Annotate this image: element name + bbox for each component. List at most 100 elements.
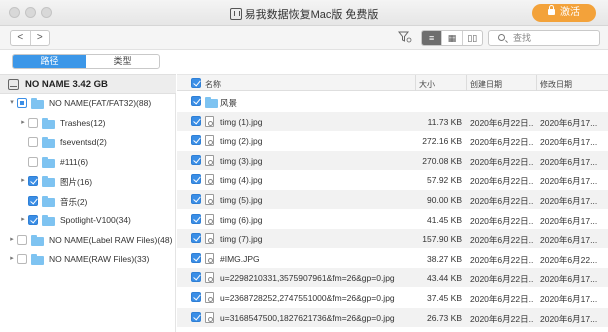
folder-icon (31, 98, 44, 109)
tree-item-label: NO NAME(Label RAW Files)(48) (49, 234, 173, 245)
tree-item-checkbox[interactable] (28, 215, 38, 225)
disclosure-arrow-icon[interactable] (19, 158, 27, 166)
disclosure-arrow-icon[interactable]: ▸ (8, 236, 16, 244)
file-name: timg (7).jpg (220, 234, 263, 245)
row-checkbox[interactable] (191, 252, 201, 263)
table-row[interactable]: #IMG.JPG 38.27 KB 2020年6月22日... 2020年6月22..… (177, 249, 608, 268)
tree-item-checkbox[interactable] (28, 137, 38, 147)
tree-item-checkbox[interactable] (28, 195, 38, 206)
image-file-icon (205, 272, 214, 284)
table-row[interactable]: timg (1).jpg 11.73 KB 2020年6月22日... 2020年6月… (177, 111, 608, 131)
tree-item-checkbox[interactable] (28, 176, 38, 186)
file-created-date: 2020年6月22日... (470, 196, 534, 206)
disclosure-arrow-icon[interactable] (19, 197, 27, 205)
tree-item[interactable]: 音乐(2) (19, 193, 176, 210)
forward-button[interactable]: > (31, 31, 50, 45)
column-name[interactable]: 名称 (205, 79, 221, 90)
search-input[interactable]: 查找 (488, 30, 600, 46)
tree-item[interactable]: #111(6) (19, 154, 176, 171)
file-name: u=2368728252,2747551000&fm=26&gp=0.jpg (220, 293, 395, 303)
table-row[interactable]: timg (7).jpg 157.90 KB 2020年6月22日... 2020年6… (177, 229, 608, 249)
row-checkbox[interactable] (191, 174, 201, 185)
table-row[interactable]: timg (4).jpg 57.92 KB 2020年6月22日... 2020年6月… (177, 170, 608, 189)
row-checkbox[interactable] (191, 233, 201, 244)
file-created-date: 2020年6月22日... (470, 313, 534, 324)
file-modified-date: 2020年6月17... (540, 274, 598, 285)
file-size: 57.92 KB (427, 175, 462, 186)
file-created-date: 2020年6月22日... (470, 156, 534, 167)
row-checkbox[interactable] (191, 292, 201, 302)
table-row[interactable]: u=3168547500,1827621736&fm=26&gp=0.jpg 26… (177, 307, 608, 327)
row-checkbox[interactable] (191, 194, 201, 204)
preview-view-button[interactable]: ▯▯ (463, 31, 482, 45)
column-divider (536, 75, 537, 91)
tree-item-label: 音乐(2) (60, 196, 88, 207)
grid-view-button[interactable]: ▦ (442, 31, 463, 45)
tab-type[interactable]: 类型 (86, 55, 159, 68)
app-icon (229, 8, 242, 20)
tree-item[interactable]: ▾ NO NAME(FAT/FAT32)(88) (8, 95, 176, 112)
row-checkbox[interactable] (191, 272, 201, 283)
file-name: timg (5).jpg (220, 195, 263, 205)
app-window: 易我数据恢复Mac版 免费版 激活 < > ≡ ▦ ▯▯ 查找 路径 类型 NO… (0, 0, 608, 332)
tree-item-checkbox[interactable] (17, 234, 27, 245)
drive-row[interactable]: NO NAME 3.42 GB (0, 74, 176, 94)
image-file-icon (205, 194, 214, 205)
activate-button[interactable]: 激活 (532, 4, 596, 22)
table-row[interactable]: timg (3).jpg 270.08 KB 2020年6月22日... 2020年6… (177, 150, 608, 170)
file-size: 270.08 KB (422, 155, 462, 166)
tree-item[interactable]: fseventsd(2) (19, 134, 176, 151)
image-file-icon (205, 311, 214, 323)
row-checkbox[interactable] (191, 154, 201, 165)
table-row[interactable]: u=2368728252,2747551000&fm=26&gp=0.jpg 37… (177, 288, 608, 307)
tree-item[interactable]: ▸ 图片(16) (19, 173, 176, 190)
row-checkbox[interactable] (191, 115, 201, 126)
table-row[interactable]: 风景 (177, 92, 608, 111)
disclosure-arrow-icon[interactable]: ▾ (8, 99, 16, 107)
disclosure-arrow-icon[interactable]: ▸ (19, 216, 27, 224)
table-row[interactable]: u=2298210331,3575907961&fm=26&gp=0.jpg 43… (177, 268, 608, 288)
tree-item[interactable]: ▸ Trashes(12) (19, 115, 176, 132)
folder-icon (31, 254, 44, 265)
image-file-icon (205, 154, 214, 166)
title-bar: 易我数据恢复Mac版 免费版 激活 (0, 0, 608, 26)
table-row[interactable]: timg (5).jpg 90.00 KB 2020年6月22日... 2020年6月… (177, 190, 608, 209)
file-name: timg (2).jpg (220, 136, 263, 147)
activate-label: 激活 (560, 7, 580, 18)
disclosure-arrow-icon[interactable]: ▸ (8, 255, 16, 263)
list-view-button[interactable]: ≡ (422, 31, 443, 45)
image-file-icon (205, 174, 214, 186)
row-checkbox[interactable] (191, 213, 201, 224)
file-name: timg (3).jpg (220, 155, 263, 166)
tree-item[interactable]: ▸ NO NAME(Label RAW Files)(48) (8, 232, 176, 249)
tab-path[interactable]: 路径 (13, 55, 86, 68)
tree-item-checkbox[interactable] (17, 254, 27, 264)
column-created[interactable]: 创建日期 (470, 79, 502, 90)
nav-buttons: < > (10, 30, 50, 46)
row-checkbox[interactable] (191, 135, 201, 146)
tree-item-checkbox[interactable] (17, 98, 27, 108)
tree-item[interactable]: ▸ NO NAME(RAW Files)(33) (8, 251, 176, 268)
file-created-date: 2020年6月22日... (470, 235, 534, 246)
hard-drive-icon (8, 79, 19, 90)
file-name: timg (1).jpg (220, 116, 263, 127)
tree-item[interactable]: ▸ Spotlight-V100(34) (19, 212, 176, 229)
tree-item-checkbox[interactable] (28, 156, 38, 167)
tree-item-checkbox[interactable] (28, 117, 38, 128)
disclosure-arrow-icon[interactable]: ▸ (19, 119, 27, 127)
select-all-checkbox[interactable] (191, 78, 201, 88)
row-checkbox[interactable] (191, 96, 201, 106)
left-tabs: 路径 类型 (12, 54, 160, 69)
file-size: 41.45 KB (427, 214, 462, 225)
disclosure-arrow-icon[interactable] (19, 138, 27, 146)
table-row[interactable]: timg (2).jpg 272.16 KB 2020年6月22日... 2020年6… (177, 131, 608, 150)
back-button[interactable]: < (11, 31, 31, 45)
filter-icon[interactable] (396, 31, 414, 45)
table-row[interactable]: timg (6).jpg 41.45 KB 2020年6月22日... 2020年6月… (177, 210, 608, 229)
column-modified[interactable]: 修改日期 (540, 79, 572, 90)
disclosure-arrow-icon[interactable]: ▸ (19, 177, 27, 185)
search-placeholder: 查找 (513, 33, 532, 43)
row-checkbox[interactable] (191, 311, 201, 322)
column-size[interactable]: 大小 (419, 79, 435, 90)
file-modified-date: 2020年6月17... (540, 235, 598, 246)
